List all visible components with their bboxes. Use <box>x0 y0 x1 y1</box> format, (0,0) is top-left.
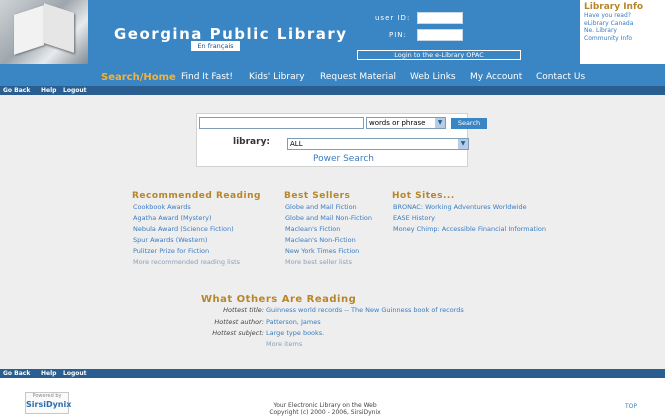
logout-link[interactable]: Logout <box>63 86 87 95</box>
search-mode-select[interactable]: words or phrase ▼ <box>366 117 446 129</box>
pin-input[interactable] <box>417 29 463 41</box>
nav-my-account[interactable]: My Account <box>470 72 522 82</box>
pin-label: PIN: <box>389 31 407 39</box>
help-link[interactable]: Help <box>41 369 56 378</box>
nav-search-home[interactable]: Search/Home <box>101 72 176 83</box>
library-label: library: <box>233 137 271 147</box>
footer-copyright: Copyright (c) 2000 - 2006, SirsiDynix <box>269 409 381 416</box>
more-items-link[interactable]: More items <box>266 340 302 348</box>
sirsidynix-brand: SirsiDynix <box>26 400 72 409</box>
sirsidynix-logo[interactable]: Powered by SirsiDynix <box>25 392 72 414</box>
library-info-box: Library Info Have you read? eLibrary Can… <box>580 0 665 64</box>
info-link-read[interactable]: Have you read? <box>584 12 661 20</box>
footer: Powered by SirsiDynix Your Electronic Li… <box>0 378 665 418</box>
search-input[interactable] <box>199 117 364 129</box>
what-others-reading-title: What Others Are Reading <box>201 294 357 305</box>
recommended-link[interactable]: Cookbook Awards <box>133 203 191 211</box>
user-id-input[interactable] <box>417 12 463 24</box>
footer-line-1: Your Electronic Library on the Web <box>273 402 377 409</box>
hottest-subject-link[interactable]: Large type books. <box>266 329 324 337</box>
library-select[interactable]: ALL ▼ <box>287 138 469 150</box>
subnav-top: Go Back Help Logout <box>0 86 665 95</box>
logout-link[interactable]: Logout <box>63 369 87 378</box>
recommended-link[interactable]: Spur Awards (Western) <box>133 236 207 244</box>
bestseller-link[interactable]: Maclean's Fiction <box>285 225 340 233</box>
go-back-link[interactable]: Go Back <box>3 86 30 95</box>
powered-by-text: Powered by <box>32 393 62 399</box>
recommended-link[interactable]: Pulitzer Prize for Fiction <box>133 247 209 255</box>
recommended-link[interactable]: Agatha Award (Mystery) <box>133 214 212 222</box>
chevron-down-icon: ▼ <box>435 118 445 128</box>
info-link-library[interactable]: Ne. Library <box>584 27 661 35</box>
language-toggle-button[interactable]: En français <box>191 41 240 51</box>
login-button[interactable]: Login to the e-Library OPAC <box>357 50 521 60</box>
hottest-author-label: Hottest author: <box>214 318 264 326</box>
go-back-link[interactable]: Go Back <box>3 369 30 378</box>
library-value: ALL <box>290 140 303 148</box>
hot-sites-title: Hot Sites... <box>392 191 455 201</box>
hottest-title-label: Hottest title: <box>223 306 264 314</box>
library-info-title: Library Info <box>584 2 644 12</box>
main-nav: Search/Home Find It Fast! Kids' Library … <box>0 70 665 86</box>
library-logo-book-icon <box>0 0 88 64</box>
nav-request-material[interactable]: Request Material <box>320 72 396 82</box>
bestseller-link[interactable]: Globe and Mail Fiction <box>285 203 357 211</box>
header: Georgina Public Library En français user… <box>0 0 665 70</box>
top-link[interactable]: TOP <box>625 403 637 410</box>
bestseller-link[interactable]: New York Times Fiction <box>285 247 359 255</box>
chevron-down-icon: ▼ <box>458 139 468 149</box>
more-bestsellers-link[interactable]: More best seller lists <box>285 258 352 266</box>
power-search-link[interactable]: Power Search <box>313 154 374 164</box>
hot-site-link[interactable]: EASE History <box>393 214 435 222</box>
nav-contact-us[interactable]: Contact Us <box>536 72 585 82</box>
user-id-label: user ID: <box>375 14 411 22</box>
nav-find-it-fast[interactable]: Find It Fast! <box>181 72 233 82</box>
info-link-community[interactable]: Community Info <box>584 35 661 43</box>
recommended-link[interactable]: Nebula Award (Science Fiction) <box>133 225 234 233</box>
hottest-author-link[interactable]: Patterson, James <box>266 318 321 326</box>
nav-kids-library[interactable]: Kids' Library <box>249 72 305 82</box>
bestseller-link[interactable]: Maclean's Non-Fiction <box>285 236 356 244</box>
recommended-reading-title: Recommended Reading <box>132 191 261 201</box>
hottest-title-link[interactable]: Guinness world records -- The New Guinne… <box>266 306 464 314</box>
hot-site-link[interactable]: Money Chimp: Accessible Financial Inform… <box>393 225 546 233</box>
subnav-bottom: Go Back Help Logout <box>0 369 665 378</box>
footer-text: Your Electronic Library on the Web Copyr… <box>250 402 400 416</box>
info-link-elibrary[interactable]: eLibrary Canada <box>584 20 661 28</box>
search-mode-value: words or phrase <box>369 119 426 127</box>
help-link[interactable]: Help <box>41 86 56 95</box>
search-panel: words or phrase ▼ Search library: ALL ▼ … <box>196 113 487 167</box>
search-button[interactable]: Search <box>451 118 487 129</box>
more-recommended-link[interactable]: More recommended reading lists <box>133 258 240 266</box>
bestseller-link[interactable]: Globe and Mail Non-Fiction <box>285 214 372 222</box>
best-sellers-title: Best Sellers <box>284 191 351 201</box>
nav-web-links[interactable]: Web Links <box>410 72 456 82</box>
hottest-subject-label: Hottest subject: <box>212 329 264 337</box>
hot-site-link[interactable]: BRONAC: Working Adventures Worldwide <box>393 203 527 211</box>
